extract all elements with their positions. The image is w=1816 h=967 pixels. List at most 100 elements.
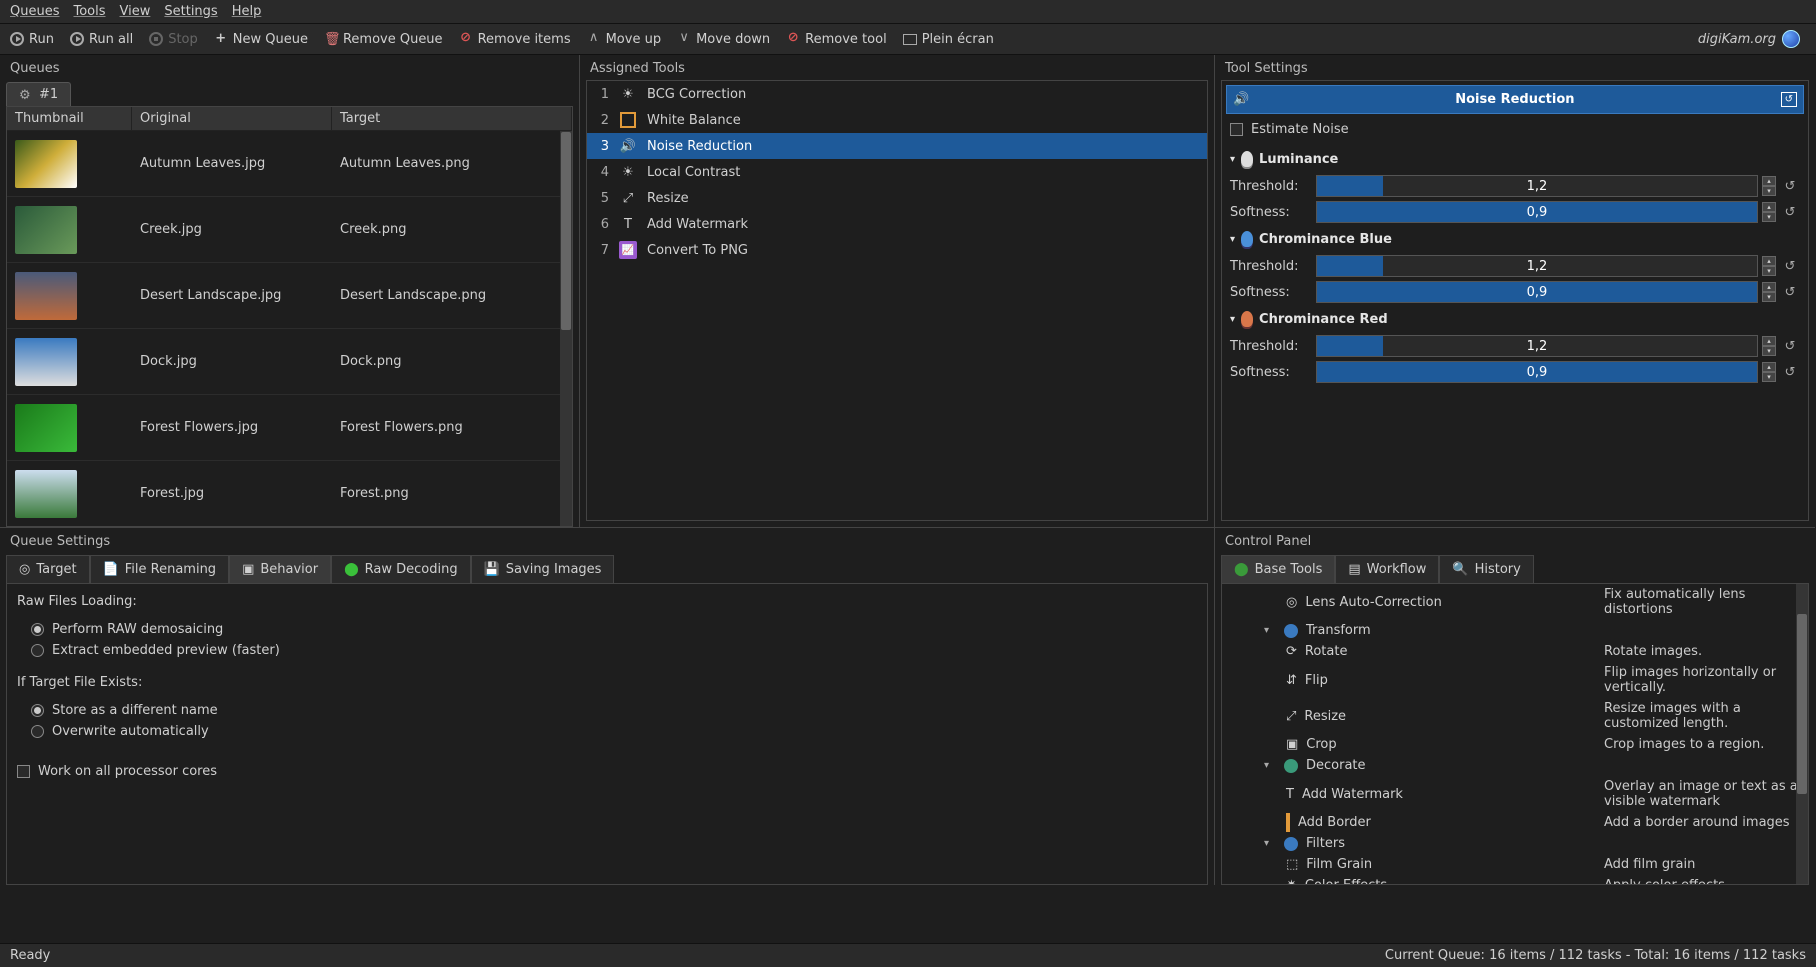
tool-description: Apply color effects (1604, 878, 1800, 885)
move-down-button[interactable]: ∨Move down (677, 32, 770, 47)
spin-buttons[interactable]: ▴▾ (1762, 256, 1776, 276)
border-icon (1286, 815, 1290, 830)
store-as-radio[interactable] (31, 704, 44, 717)
queue-row[interactable]: Forest Flowers.jpgForest Flowers.png (7, 395, 572, 461)
tab-saving-images[interactable]: 💾Saving Images (471, 555, 615, 583)
queue-table: Thumbnail Original Target Autumn Leaves.… (6, 106, 573, 527)
stop-button[interactable]: Stop (149, 32, 198, 47)
spin-buttons[interactable]: ▴▾ (1762, 336, 1776, 356)
assigned-tool-row[interactable]: 6TAdd Watermark (587, 211, 1207, 237)
reset-icon[interactable]: ↺ (1780, 256, 1800, 276)
globe-icon (1782, 30, 1800, 48)
chromblue-threshold-slider[interactable]: 1,2 (1316, 255, 1758, 277)
tree-category[interactable]: ▾Filters (1222, 833, 1808, 854)
tab-history[interactable]: 🔍History (1439, 555, 1533, 583)
tab-file-renaming[interactable]: 📄File Renaming (90, 555, 230, 583)
rotate-icon: ⟳ (1286, 644, 1297, 659)
spin-buttons[interactable]: ▴▾ (1762, 202, 1776, 222)
tree-tool[interactable]: ✷Color EffectsApply color effects (1222, 875, 1808, 885)
queue-row[interactable]: Creek.jpgCreek.png (7, 197, 572, 263)
tree-tool[interactable]: ▣CropCrop images to a region. (1222, 734, 1808, 755)
reset-icon[interactable]: ↺ (1780, 282, 1800, 302)
assigned-tool-row[interactable]: 5⤢Resize (587, 185, 1207, 211)
target-filename: Autumn Leaves.png (332, 156, 572, 171)
fullscreen-button[interactable]: Plein écran (903, 32, 994, 47)
tree-tool[interactable]: ⟳RotateRotate images. (1222, 641, 1808, 662)
tab-base-tools[interactable]: ⬤Base Tools (1221, 555, 1335, 583)
reset-tool-icon[interactable]: ↺ (1781, 92, 1797, 107)
spin-buttons[interactable]: ▴▾ (1762, 176, 1776, 196)
threshold-label: Threshold: (1230, 179, 1312, 194)
luminance-threshold-slider[interactable]: 1,2 (1316, 175, 1758, 197)
menu-tools[interactable]: Tools (73, 4, 105, 19)
queue-row[interactable]: Autumn Leaves.jpgAutumn Leaves.png (7, 131, 572, 197)
remove-tool-button[interactable]: ⊘Remove tool (786, 32, 887, 47)
remove-queue-button[interactable]: 🗑Remove Queue (324, 32, 443, 47)
spin-buttons[interactable]: ▴▾ (1762, 282, 1776, 302)
tree-category[interactable]: ▾Decorate (1222, 755, 1808, 776)
chevron-down-icon: ∨ (677, 32, 691, 46)
tree-category[interactable]: ▾Transform (1222, 620, 1808, 641)
reset-icon[interactable]: ↺ (1780, 202, 1800, 222)
tool-name: Crop (1306, 737, 1336, 752)
tree-tool[interactable]: Add BorderAdd a border around images (1222, 812, 1808, 833)
new-queue-button[interactable]: +New Queue (214, 32, 308, 47)
col-original[interactable]: Original (132, 107, 332, 130)
group-chrominance-red[interactable]: ▾ Chrominance Red (1226, 305, 1804, 333)
tree-tool[interactable]: ⇵FlipFlip images horizontally or vertica… (1222, 662, 1808, 698)
tool-settings-panel: Tool Settings 🔊 Noise Reduction ↺ Estima… (1215, 55, 1815, 527)
tree-tool[interactable]: TAdd WatermarkOverlay an image or text a… (1222, 776, 1808, 812)
assigned-tool-row[interactable]: 7📈Convert To PNG (587, 237, 1207, 263)
menu-view[interactable]: View (120, 4, 151, 19)
remove-items-button[interactable]: ⊘Remove items (459, 32, 571, 47)
chromblue-softness-slider[interactable]: 0,9 (1316, 281, 1758, 303)
group-luminance[interactable]: ▾ Luminance (1226, 145, 1804, 173)
raw-files-loading-label: Raw Files Loading: (17, 594, 1197, 609)
assigned-tool-row[interactable]: 3🔊Noise Reduction (587, 133, 1207, 159)
queue-tab-1[interactable]: ⚙ #1 (6, 82, 71, 106)
chromred-threshold-slider[interactable]: 1,2 (1316, 335, 1758, 357)
col-thumbnail[interactable]: Thumbnail (7, 107, 132, 130)
tree-tool[interactable]: ⤢ResizeResize images with a customized l… (1222, 698, 1808, 734)
run-all-button[interactable]: Run all (70, 32, 133, 47)
reset-icon[interactable]: ↺ (1780, 336, 1800, 356)
thumbnail (15, 404, 77, 452)
softness-label: Softness: (1230, 365, 1312, 380)
queue-row[interactable]: Desert Landscape.jpgDesert Landscape.png (7, 263, 572, 329)
move-up-button[interactable]: ∧Move up (587, 32, 662, 47)
queue-row[interactable]: Dock.jpgDock.png (7, 329, 572, 395)
col-target[interactable]: Target (332, 107, 572, 130)
estimate-noise-checkbox[interactable] (1230, 123, 1243, 136)
queue-row[interactable]: Forest.jpgForest.png (7, 461, 572, 526)
all-cores-checkbox[interactable] (17, 765, 30, 778)
assigned-tool-row[interactable]: 4☀Local Contrast (587, 159, 1207, 185)
reset-icon[interactable]: ↺ (1780, 362, 1800, 382)
reset-icon[interactable]: ↺ (1780, 176, 1800, 196)
menu-settings[interactable]: Settings (164, 4, 217, 19)
queue-scrollbar[interactable] (560, 131, 572, 526)
original-filename: Creek.jpg (132, 222, 332, 237)
tab-workflow[interactable]: ▤Workflow (1335, 555, 1439, 583)
luminance-softness-slider[interactable]: 0,9 (1316, 201, 1758, 223)
overwrite-radio[interactable] (31, 725, 44, 738)
assigned-tool-row[interactable]: 2White Balance (587, 107, 1207, 133)
menu-help[interactable]: Help (232, 4, 262, 19)
brand-link[interactable]: digiKam.org (1698, 30, 1800, 48)
extract-preview-radio[interactable] (31, 644, 44, 657)
tab-target[interactable]: ◎Target (6, 555, 90, 583)
assigned-tool-row[interactable]: 1☀BCG Correction (587, 81, 1207, 107)
tab-raw-decoding[interactable]: ⬤Raw Decoding (331, 555, 471, 583)
tree-tool[interactable]: ◎Lens Auto-CorrectionFix automatically l… (1222, 584, 1808, 620)
tab-behavior[interactable]: ▣Behavior (229, 555, 331, 583)
queue-settings-title: Queue Settings (0, 528, 1214, 553)
tool-description: Add a border around images (1604, 815, 1800, 830)
nr-icon: 🔊 (619, 137, 637, 155)
menu-queues[interactable]: Queues (10, 4, 59, 19)
spin-buttons[interactable]: ▴▾ (1762, 362, 1776, 382)
perform-raw-radio[interactable] (31, 623, 44, 636)
run-button[interactable]: Run (10, 32, 54, 47)
control-scrollbar[interactable] (1796, 584, 1808, 884)
chromred-softness-slider[interactable]: 0,9 (1316, 361, 1758, 383)
group-chrominance-blue[interactable]: ▾ Chrominance Blue (1226, 225, 1804, 253)
tree-tool[interactable]: ⬚Film GrainAdd film grain (1222, 854, 1808, 875)
